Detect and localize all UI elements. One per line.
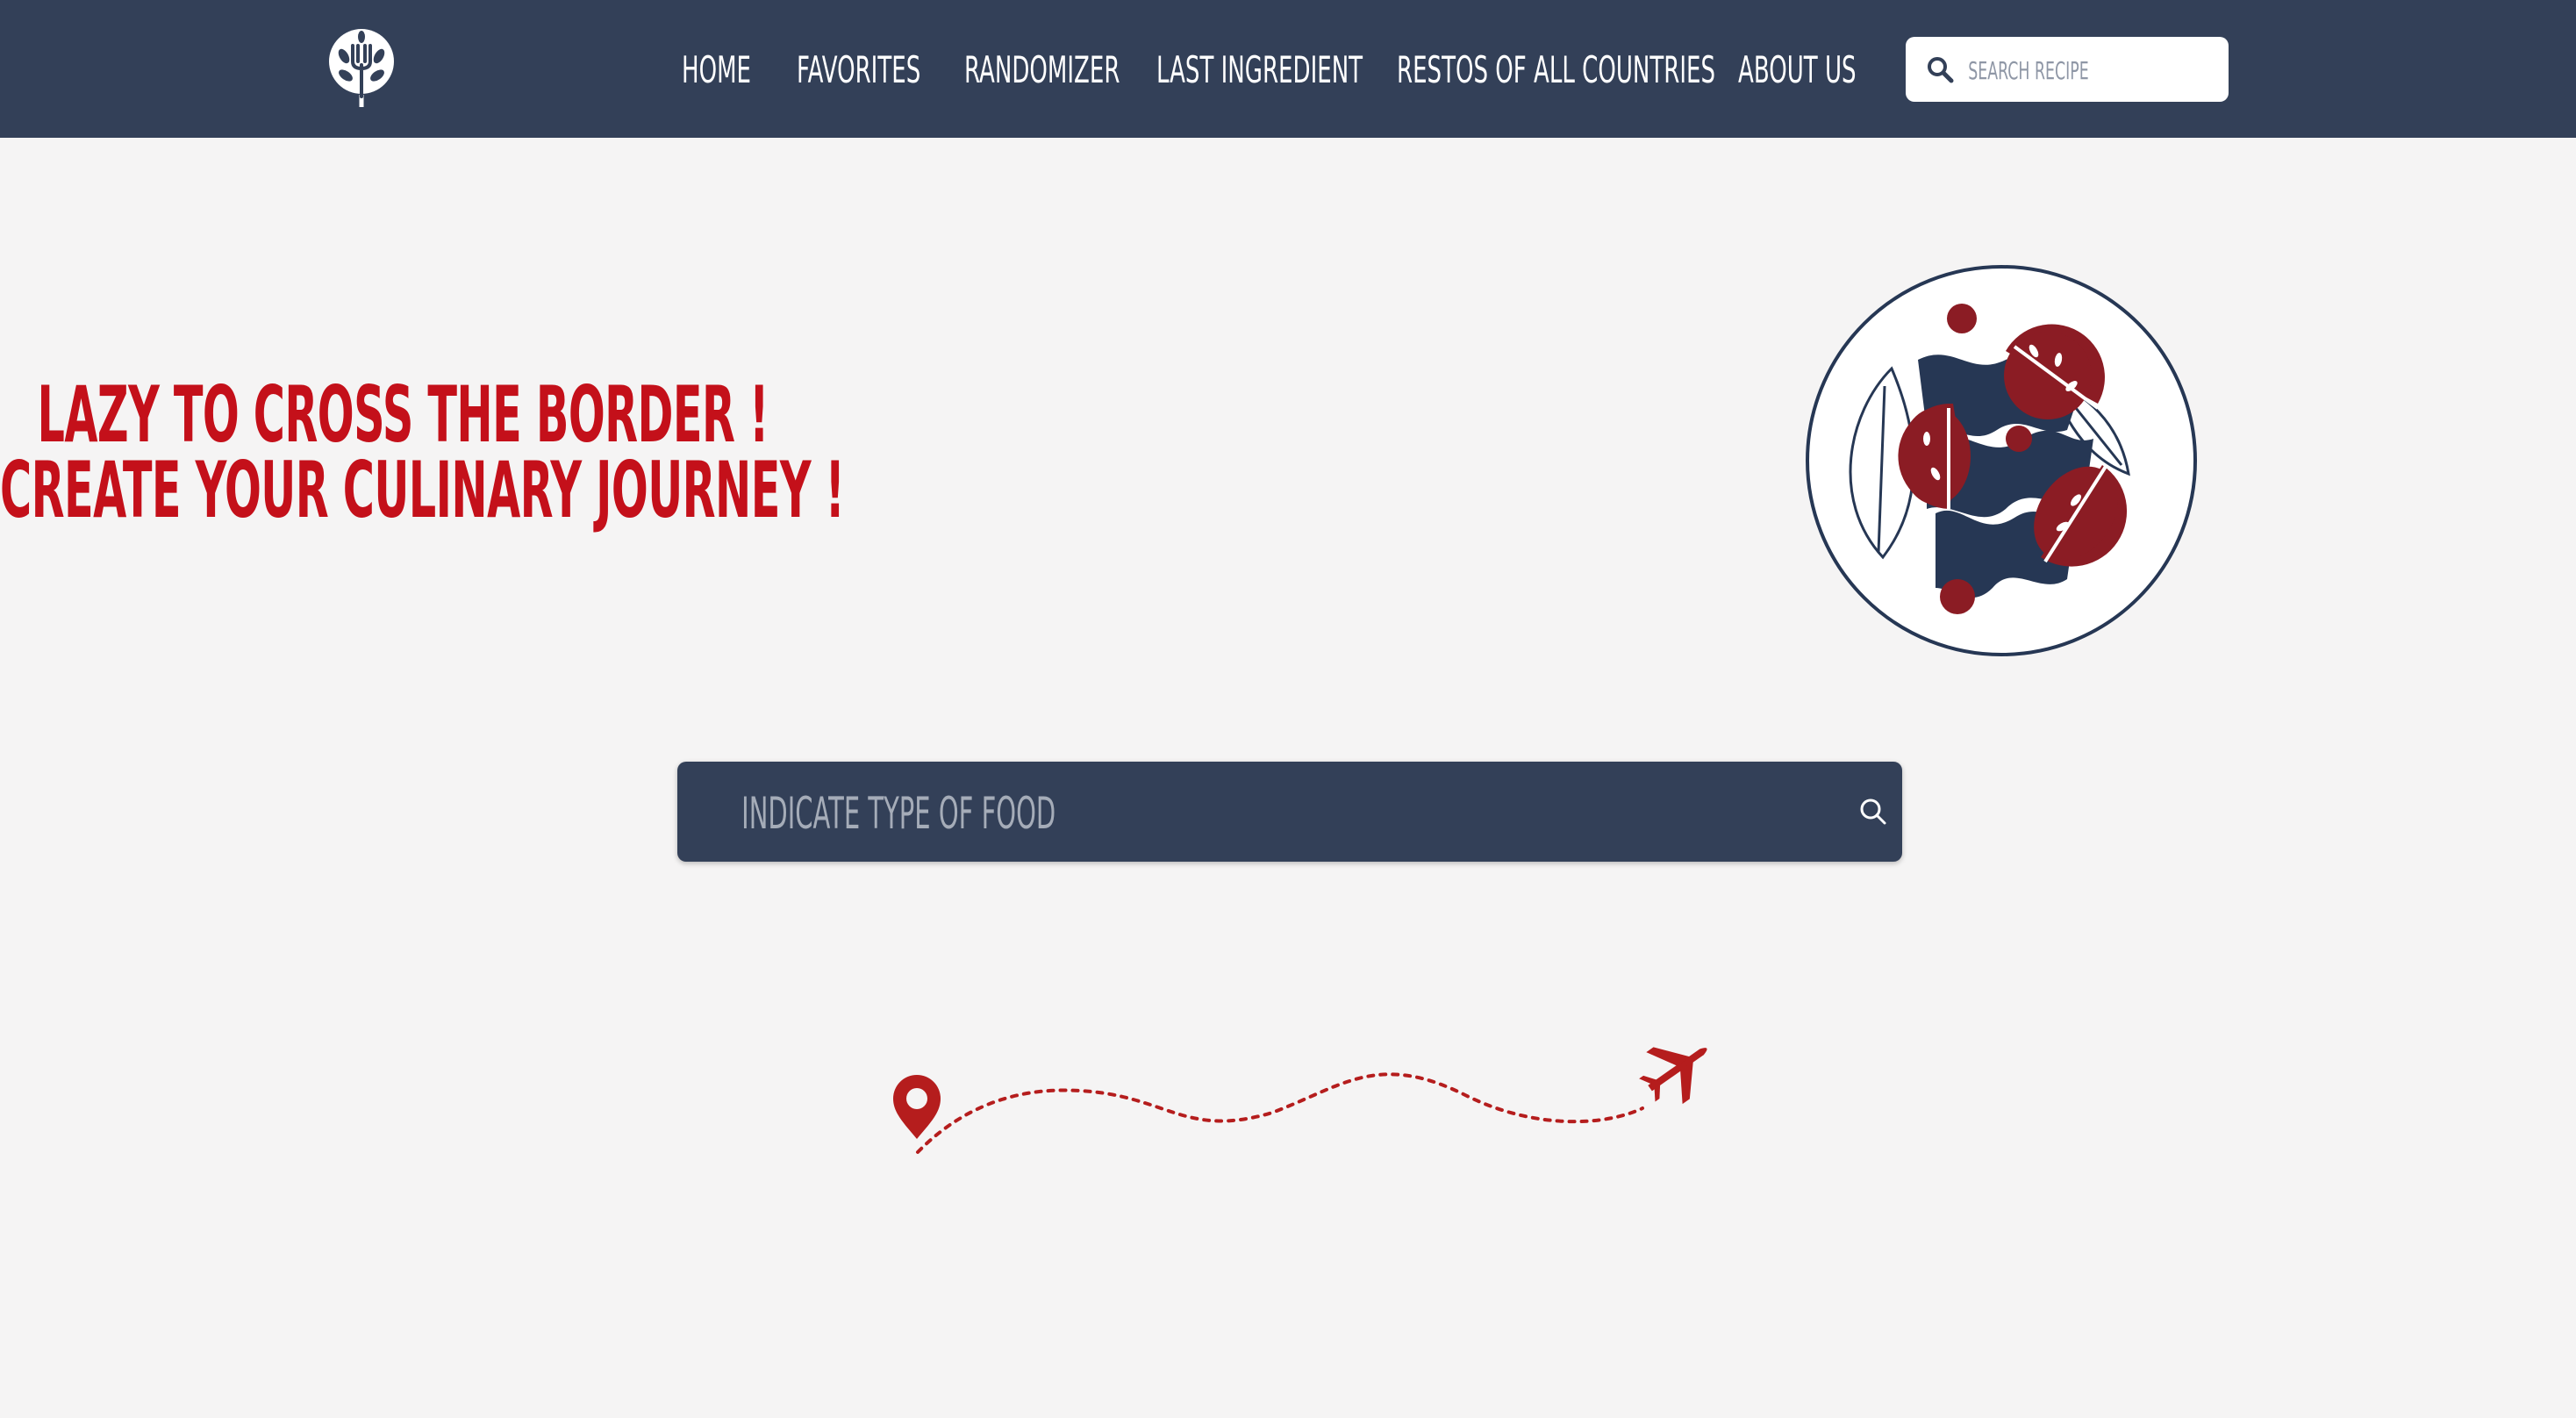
recipe-search-box[interactable] — [1906, 37, 2229, 102]
search-icon[interactable] — [1858, 797, 1888, 827]
tree-fork-logo-icon[interactable] — [326, 26, 397, 107]
nav-link-last-ingredient[interactable]: LAST INGREDIENT — [1156, 44, 1363, 97]
nav-link-randomizer[interactable]: RANDOMIZER — [964, 44, 1120, 97]
hero-headline: LAZY TO CROSS THE BORDER ! CREATE YOUR C… — [0, 369, 845, 535]
nav-link-restos-of-all-countries[interactable]: RESTOS OF ALL COUNTRIES — [1397, 44, 1715, 97]
food-type-search-bar[interactable] — [677, 762, 1902, 862]
salad-plate-icon — [1806, 265, 2197, 656]
top-navbar: HOME FAVORITES RANDOMIZER LAST INGREDIEN… — [0, 0, 2576, 138]
hero-headline-line-2: CREATE YOUR CULINARY JOURNEY ! — [0, 445, 845, 535]
recipe-search-input[interactable] — [1967, 49, 2220, 91]
search-icon[interactable] — [1925, 54, 1955, 84]
hero-headline-line-1: LAZY TO CROSS THE BORDER ! — [37, 369, 769, 460]
nav-link-favorites[interactable]: FAVORITES — [797, 44, 920, 97]
food-type-input[interactable] — [741, 786, 1557, 841]
travel-path-illustration — [893, 1047, 1707, 1154]
nav-link-home[interactable]: HOME — [682, 44, 751, 97]
map-pin-icon — [893, 1075, 941, 1139]
airplane-icon — [1639, 1047, 1707, 1105]
nav-link-about-us[interactable]: ABOUT US — [1738, 44, 1857, 97]
